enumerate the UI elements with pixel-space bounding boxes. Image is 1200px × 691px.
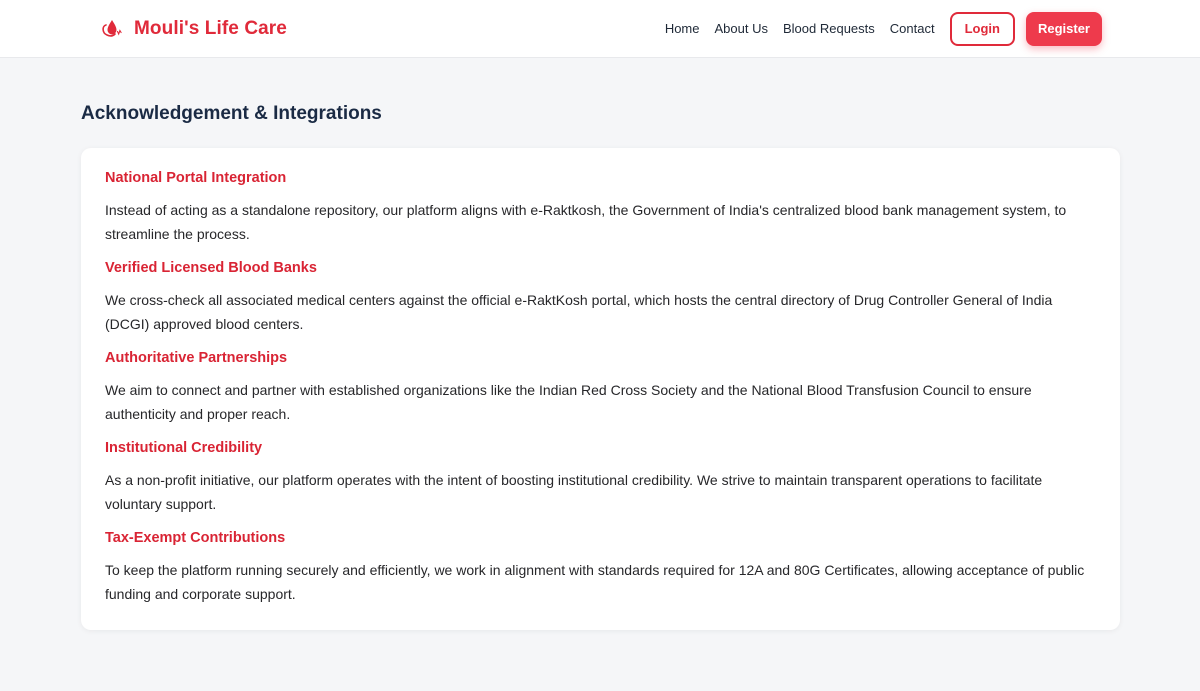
section-tax-exempt-contributions: Tax-Exempt Contributions To keep the pla… xyxy=(105,530,1096,606)
section-title: National Portal Integration xyxy=(105,170,287,186)
section-national-portal-integration: National Portal Integration Instead of a… xyxy=(105,170,1096,246)
section-title: Tax-Exempt Contributions xyxy=(105,530,286,546)
section-institutional-credibility: Institutional Credibility As a non-profi… xyxy=(105,440,1096,516)
login-button[interactable]: Login xyxy=(949,11,1015,46)
section-title: Institutional Credibility xyxy=(105,440,263,456)
section-text: As a non-profit initiative, our platform… xyxy=(105,472,1043,512)
navbar: Mouli's Life Care Home About Us Blood Re… xyxy=(0,0,1200,58)
nav-link-about-us[interactable]: About Us xyxy=(715,21,768,36)
register-button[interactable]: Register xyxy=(1025,11,1102,46)
brand-name: Mouli's Life Care xyxy=(134,17,287,39)
nav-menu: Home About Us Blood Requests Contact Log… xyxy=(665,11,1102,46)
section-authoritative-partnerships: Authoritative Partnerships We aim to con… xyxy=(105,350,1096,426)
section-text: To keep the platform running securely an… xyxy=(105,562,1085,602)
main-content: Acknowledgement & Integrations National … xyxy=(0,58,1200,630)
nav-link-blood-requests[interactable]: Blood Requests xyxy=(783,21,875,36)
integrations-card: National Portal Integration Instead of a… xyxy=(81,148,1120,630)
nav-link-contact[interactable]: Contact xyxy=(890,21,935,36)
section-text: We aim to connect and partner with estab… xyxy=(105,382,1032,422)
section-text: Instead of acting as a standalone reposi… xyxy=(105,202,1067,242)
section-title: Authoritative Partnerships xyxy=(105,350,288,366)
nav-link-home[interactable]: Home xyxy=(665,21,700,36)
page-title: Acknowledgement & Integrations xyxy=(81,103,382,124)
section-title: Verified Licensed Blood Banks xyxy=(105,260,317,276)
brand[interactable]: Mouli's Life Care xyxy=(100,16,287,42)
blood-drop-heart-icon xyxy=(100,16,126,42)
section-text: We cross-check all associated medical ce… xyxy=(105,292,1053,332)
section-verified-licensed-blood-banks: Verified Licensed Blood Banks We cross-c… xyxy=(105,260,1096,336)
